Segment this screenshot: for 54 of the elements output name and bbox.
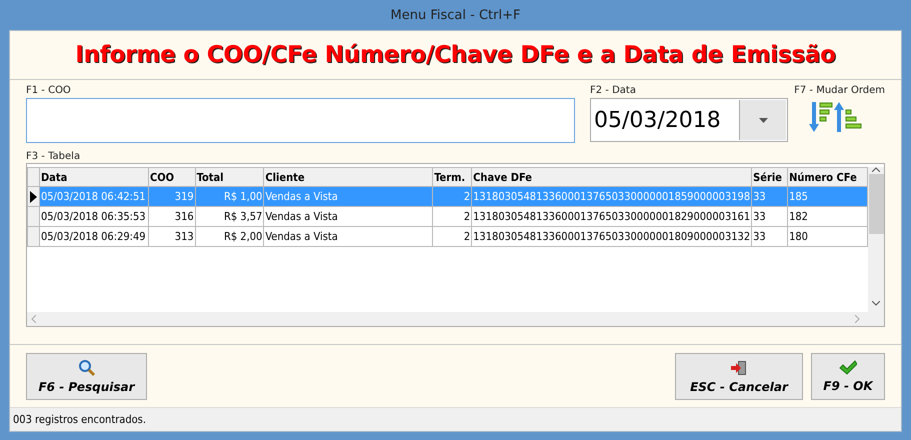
table-cell: Vendas a Vista: [264, 206, 433, 226]
check-icon: [839, 360, 857, 376]
table-cell: 319: [148, 186, 196, 206]
exit-door-icon: [730, 358, 748, 376]
table-cell: 316: [148, 206, 196, 226]
status-text: 003 registros encontrados.: [13, 413, 146, 426]
field-label: F1 - COO: [26, 85, 72, 97]
table-cell: 05/03/2018 06:29:49: [39, 226, 148, 246]
table-cell: Vendas a Vista: [264, 186, 433, 206]
scroll-right-icon: [855, 315, 860, 323]
search-icon: [78, 358, 96, 376]
column-header[interactable]: Cliente: [264, 168, 433, 186]
table-cell: 180: [788, 226, 868, 246]
field-label: F7 - Mudar Ordem: [794, 85, 885, 97]
table-cell: 313: [148, 226, 196, 246]
field-label: F2 - Data: [590, 85, 637, 97]
table-cell: 185: [788, 186, 868, 206]
table-cell: R$ 2,00: [195, 226, 264, 246]
table-cell: 182: [788, 206, 868, 226]
scrollbar-thumb[interactable]: [868, 174, 884, 234]
heading: Informe o COO/CFe Número/Chave DFe e a Data de Emissão: [75, 42, 836, 68]
row-pointer-icon: [30, 190, 37, 202]
dropdown-caret-icon: [758, 118, 768, 122]
table-cell: 13180305481336000137650330000001829000003161: [472, 206, 752, 226]
table-cell: R$ 3,57: [195, 206, 264, 226]
column-header[interactable]: Total: [195, 168, 264, 186]
date-field[interactable]: 05/03/2018: [590, 98, 788, 142]
table-cell: 33: [752, 226, 788, 246]
table-cell: 13180305481336000137650330000001809000003132: [472, 226, 752, 246]
scroll-left-icon: [31, 315, 36, 323]
search-button[interactable]: F6 - Pesquisar: [26, 352, 147, 400]
column-header[interactable]: Data: [39, 168, 148, 186]
table-cell: Vendas a Vista: [264, 226, 433, 246]
table-cell: 05/03/2018 06:42:51: [39, 186, 148, 206]
table-cell: 2: [432, 206, 472, 226]
table-cell: 05/03/2018 06:35:53: [39, 206, 148, 226]
column-header[interactable]: Chave DFe: [472, 168, 752, 186]
scroll-down-icon: [872, 301, 880, 306]
column-header[interactable]: COO: [148, 168, 196, 186]
column-header[interactable]: Série: [752, 168, 788, 186]
table-label: F3 - Tabela: [26, 151, 80, 162]
column-header[interactable]: Número CFe: [788, 168, 868, 186]
table-cell: 33: [752, 206, 788, 226]
ok-button[interactable]: F9 - OK: [811, 352, 885, 400]
table-cell: 13180305481336000137650330000001859000003198: [472, 186, 752, 206]
column-header[interactable]: Term.: [432, 168, 472, 186]
table-cell: R$ 1,00: [195, 186, 264, 206]
cancel-button[interactable]: ESC - Cancelar: [675, 352, 803, 400]
table-cell: 2: [432, 226, 472, 246]
window-title: Menu Fiscal - Ctrl+F: [390, 8, 520, 22]
scroll-up-icon: [872, 167, 880, 172]
table-cell: 2: [432, 186, 472, 206]
coo-field[interactable]: [26, 98, 575, 143]
table-cell: 33: [752, 186, 788, 206]
